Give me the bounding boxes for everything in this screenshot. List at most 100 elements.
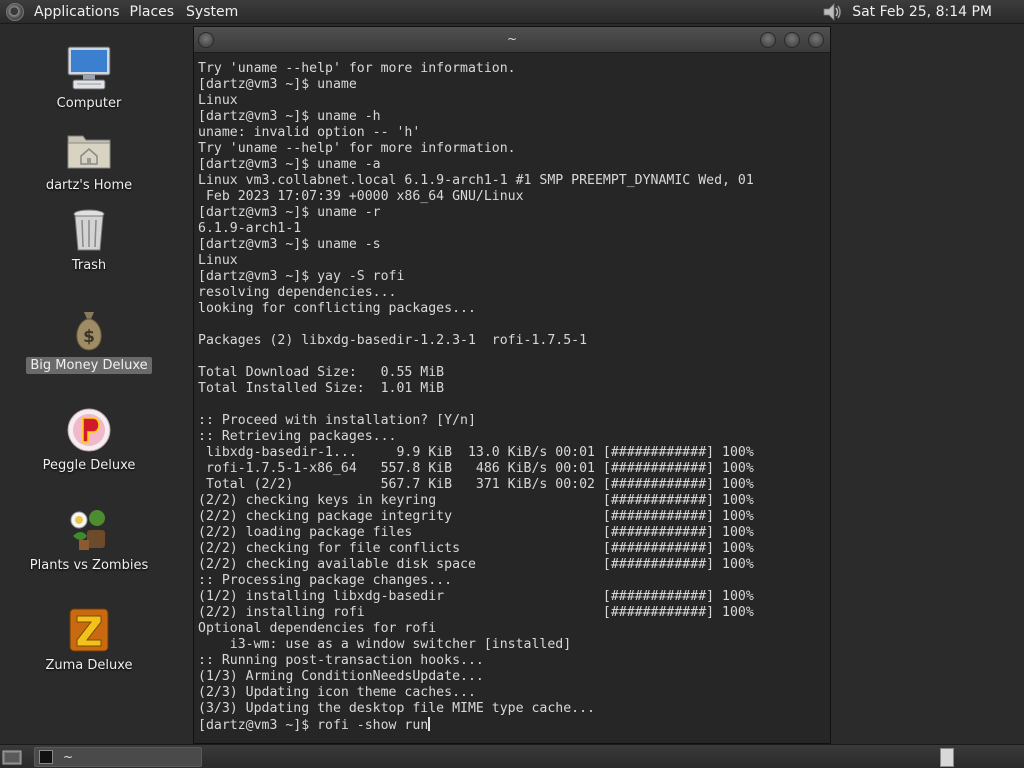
terminal-line: libxdg-basedir-1... 9.9 KiB 13.0 KiB/s 0… [198, 445, 826, 461]
terminal-line: (2/2) loading package files [###########… [198, 525, 826, 541]
terminal-line: Linux vm3.collabnet.local 6.1.9-arch1-1 … [198, 173, 826, 189]
terminal-line: :: Proceed with installation? [Y/n] [198, 413, 826, 429]
terminal-line-text: [dartz@vm3 ~]$ uname [198, 77, 357, 92]
terminal-line: Feb 2023 17:07:39 +0000 x86_64 GNU/Linux [198, 189, 826, 205]
terminal-line: :: Retrieving packages... [198, 429, 826, 445]
terminal-line: Linux [198, 253, 826, 269]
terminal-line: (2/2) checking package integrity [######… [198, 509, 826, 525]
desktop-icon-label: Zuma Deluxe [45, 658, 133, 673]
menu-applications[interactable]: Applications [30, 0, 126, 24]
terminal-line: [dartz@vm3 ~]$ uname -a [198, 157, 826, 173]
desktop-icon-label: dartz's Home [45, 178, 133, 193]
zuma-icon [65, 606, 113, 654]
terminal-line-text: Total (2/2) 567.7 KiB 371 KiB/s 00:02 [#… [198, 477, 754, 492]
peggle-icon [65, 406, 113, 454]
svg-text:$: $ [83, 327, 95, 347]
text-cursor [428, 717, 431, 731]
terminal-line-text: resolving dependencies... [198, 285, 397, 300]
terminal-line: Optional dependencies for rofi [198, 621, 826, 637]
terminal-line: rofi-1.7.5-1-x86_64 557.8 KiB 486 KiB/s … [198, 461, 826, 477]
terminal-line: 6.1.9-arch1-1 [198, 221, 826, 237]
terminal-line: looking for conflicting packages... [198, 301, 826, 317]
terminal-line-text: (3/3) Updating the desktop file MIME typ… [198, 701, 595, 716]
menu-system[interactable]: System [180, 0, 244, 24]
volume-icon[interactable] [820, 0, 844, 24]
clock[interactable]: Sat Feb 25, 8:14 PM [852, 4, 1024, 20]
panel-tray: Sat Feb 25, 8:14 PM [820, 0, 1024, 24]
window-titlebar[interactable]: ~ [194, 27, 830, 53]
desktop-icon-label: Peggle Deluxe [42, 458, 136, 473]
terminal-output[interactable]: Try 'uname --help' for more information.… [198, 61, 826, 743]
computer-icon [65, 44, 113, 92]
applications-menu[interactable]: Applications [0, 0, 126, 24]
desktop-icon-home[interactable]: dartz's Home [28, 126, 150, 194]
terminal-line-text: Linux vm3.collabnet.local 6.1.9-arch1-1 … [198, 173, 754, 188]
terminal-line: :: Processing package changes... [198, 573, 826, 589]
terminal-line-text: [dartz@vm3 ~]$ uname -a [198, 157, 381, 172]
terminal-line-text: 6.1.9-arch1-1 [198, 221, 302, 236]
plants-vs-zombies-icon [65, 506, 113, 554]
terminal-line: Try 'uname --help' for more information. [198, 61, 826, 77]
desktop-icon-zuma-deluxe[interactable]: Zuma Deluxe [28, 606, 150, 674]
desktop-icon-trash[interactable]: Trash [28, 206, 150, 274]
terminal-line: Linux [198, 93, 826, 109]
terminal-line-text: Try 'uname --help' for more information. [198, 141, 516, 156]
terminal-line: uname: invalid option -- 'h' [198, 125, 826, 141]
terminal-line-text: i3-wm: use as a window switcher [install… [198, 637, 572, 652]
maximize-button[interactable] [784, 32, 800, 48]
terminal-line: Packages (2) libxdg-basedir-1.2.3-1 rofi… [198, 333, 826, 349]
terminal-line: Total Installed Size: 1.01 MiB [198, 381, 826, 397]
terminal-icon [39, 750, 53, 764]
terminal-line: (2/3) Updating icon theme caches... [198, 685, 826, 701]
terminal-line: i3-wm: use as a window switcher [install… [198, 637, 826, 653]
desktop-icon-big-money-deluxe[interactable]: $ Big Money Deluxe [26, 306, 152, 374]
terminal-line: (3/3) Updating the desktop file MIME typ… [198, 701, 826, 717]
terminal-line-text: :: Retrieving packages... [198, 429, 397, 444]
close-button[interactable] [808, 32, 824, 48]
terminal-line-text: Linux [198, 93, 238, 108]
taskbar-terminal-button[interactable]: ~ [34, 747, 202, 767]
taskbar-label: ~ [63, 750, 74, 764]
terminal-line-text: Packages (2) libxdg-basedir-1.2.3-1 rofi… [198, 333, 588, 348]
desktop-icon-label: Big Money Deluxe [26, 357, 152, 374]
menu-places[interactable]: Places [126, 0, 181, 24]
workspace-switcher[interactable] [940, 748, 954, 767]
desktop-icon-label: Plants vs Zombies [29, 558, 149, 573]
gnome-foot-icon [6, 2, 24, 21]
money-bag-icon: $ [65, 306, 113, 354]
minimize-button[interactable] [760, 32, 776, 48]
terminal-line: [dartz@vm3 ~]$ uname -h [198, 109, 826, 125]
terminal-line: Try 'uname --help' for more information. [198, 141, 826, 157]
terminal-line: (2/2) checking available disk space [###… [198, 557, 826, 573]
terminal-line: resolving dependencies... [198, 285, 826, 301]
terminal-line: Total (2/2) 567.7 KiB 371 KiB/s 00:02 [#… [198, 477, 826, 493]
terminal-line-text: [dartz@vm3 ~]$ uname -r [198, 205, 381, 220]
terminal-line-text: Feb 2023 17:07:39 +0000 x86_64 GNU/Linux [198, 189, 524, 204]
terminal-line: [dartz@vm3 ~]$ uname -s [198, 237, 826, 253]
desktop-icon-label: Trash [71, 258, 107, 273]
terminal-line-text: Linux [198, 253, 238, 268]
terminal-line-text: uname: invalid option -- 'h' [198, 125, 421, 140]
terminal-line: [dartz@vm3 ~]$ uname -r [198, 205, 826, 221]
desktop-icon-label: Computer [56, 96, 122, 111]
terminal-line: (1/2) installing libxdg-basedir [#######… [198, 589, 826, 605]
desktop-icon-computer[interactable]: Computer [28, 44, 150, 112]
terminal-line-text: [dartz@vm3 ~]$ rofi -show run [198, 718, 429, 733]
terminal-window[interactable]: ~ Try 'uname --help' for more informatio… [193, 26, 831, 744]
bottom-panel: ~ [0, 744, 1024, 768]
terminal-line: [dartz@vm3 ~]$ rofi -show run [198, 717, 826, 733]
desktop-icon-peggle-deluxe[interactable]: Peggle Deluxe [28, 406, 150, 474]
terminal-line-text: libxdg-basedir-1... 9.9 KiB 13.0 KiB/s 0… [198, 445, 754, 460]
terminal-line-text: rofi-1.7.5-1-x86_64 557.8 KiB 486 KiB/s … [198, 461, 754, 476]
terminal-line-text: :: Proceed with installation? [Y/n] [198, 413, 476, 428]
show-desktop-icon[interactable] [2, 748, 22, 766]
terminal-line-text: [dartz@vm3 ~]$ uname -s [198, 237, 381, 252]
terminal-line-text: (2/3) Updating icon theme caches... [198, 685, 476, 700]
terminal-line: Total Download Size: 0.55 MiB [198, 365, 826, 381]
terminal-line-text: (1/3) Arming ConditionNeedsUpdate... [198, 669, 484, 684]
terminal-line: (1/3) Arming ConditionNeedsUpdate... [198, 669, 826, 685]
desktop-icon-plants-vs-zombies[interactable]: Plants vs Zombies [28, 506, 150, 574]
terminal-line: (2/2) checking for file conflicts [#####… [198, 541, 826, 557]
